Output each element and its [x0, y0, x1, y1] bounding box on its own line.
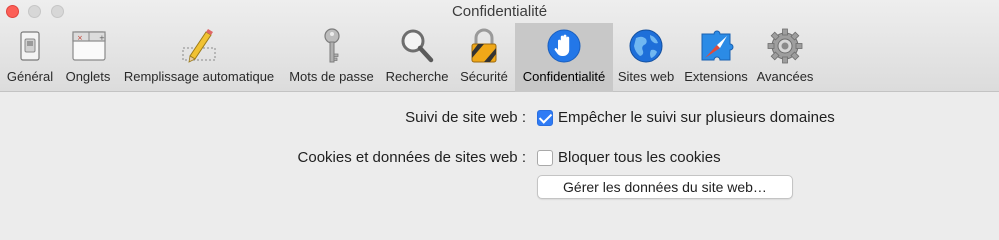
tab-avancees[interactable]: Avancées: [753, 23, 817, 92]
svg-text:+: +: [99, 34, 105, 42]
prevent-cross-site-tracking-label[interactable]: Empêcher le suivi sur plusieurs domaines: [558, 109, 835, 126]
tab-label: Extensions: [684, 69, 748, 84]
tracking-label: Suivi de site web :: [405, 109, 526, 126]
tab-remplissage-automatique[interactable]: Remplissage automatique: [116, 23, 282, 92]
globe-icon: [629, 29, 663, 63]
tab-extensions[interactable]: Extensions: [679, 23, 753, 92]
tab-onglets[interactable]: × + Onglets: [60, 23, 116, 92]
gear-icon: [767, 28, 803, 64]
puzzle-compass-icon: [701, 30, 734, 61]
tab-general[interactable]: Général: [0, 23, 60, 92]
tab-label: Confidentialité: [522, 69, 606, 84]
tab-label: Mots de passe: [289, 69, 374, 84]
prevent-cross-site-tracking-checkbox[interactable]: [537, 110, 553, 126]
tab-confidentialite[interactable]: Confidentialité: [515, 23, 613, 92]
padlock-icon: [471, 28, 497, 63]
block-all-cookies-label[interactable]: Bloquer tous les cookies: [558, 149, 721, 166]
tabs-icon: × +: [72, 31, 106, 61]
privacy-pane: Suivi de site web : Empêcher le suivi su…: [0, 93, 999, 214]
tab-label: Général: [6, 69, 54, 84]
hand-icon: [547, 29, 581, 63]
tab-sites-web[interactable]: Sites web: [613, 23, 679, 92]
window-title: Confidentialité: [451, 3, 548, 20]
general-switch-icon: [20, 31, 40, 61]
cookies-label: Cookies et données de sites web :: [297, 149, 526, 166]
manage-website-data-button[interactable]: Gérer les données du site web…: [537, 175, 793, 199]
tab-label: Remplissage automatique: [123, 69, 275, 84]
pencil-autofill-icon: [182, 29, 216, 63]
svg-text:×: ×: [77, 34, 83, 42]
tab-label: Onglets: [65, 69, 111, 84]
preferences-toolbar: Général × + Onglets Remplissage automati…: [0, 23, 817, 92]
tab-securite[interactable]: Sécurité: [453, 23, 515, 92]
title-bar: Confidentialité Général × + Onglets Remp…: [0, 0, 999, 92]
magnifier-icon: [401, 29, 434, 63]
tab-label: Avancées: [756, 69, 814, 84]
tab-label: Recherche: [385, 69, 449, 84]
tab-label: Sécurité: [460, 69, 508, 84]
tab-recherche[interactable]: Recherche: [381, 23, 453, 92]
tab-label: Sites web: [617, 69, 675, 84]
block-all-cookies-checkbox[interactable]: [537, 150, 553, 166]
tab-mots-de-passe[interactable]: Mots de passe: [282, 23, 381, 92]
key-icon: [323, 28, 340, 63]
